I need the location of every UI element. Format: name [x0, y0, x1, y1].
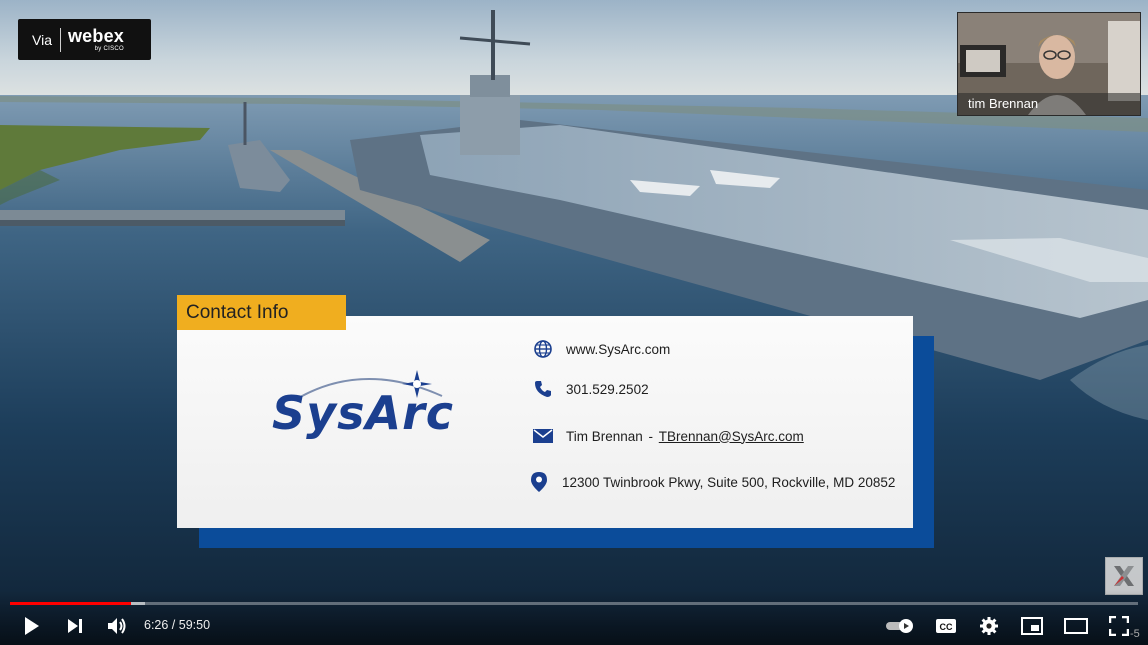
theater-mode-button[interactable]	[1063, 614, 1089, 638]
participant-name-label: tim Brennan	[958, 93, 1140, 115]
next-icon	[68, 619, 82, 633]
settings-icon	[980, 617, 998, 635]
email-link[interactable]: TBrennan@SysArc.com	[659, 429, 804, 444]
webex-logo: webex by CISCO	[61, 27, 124, 52]
corner-label: -5	[1130, 628, 1140, 640]
play-icon	[25, 617, 39, 635]
fullscreen-button[interactable]	[1108, 614, 1130, 638]
globe-icon	[532, 338, 554, 360]
via-label: Via	[32, 31, 52, 48]
captions-icon: CC	[936, 619, 956, 633]
phone-icon	[532, 378, 554, 400]
phone-row: 301.529.2502	[532, 378, 649, 400]
address-text: 12300 Twinbrook Pkwy, Suite 500, Rockvil…	[562, 474, 896, 490]
website-text: www.SysArc.com	[566, 341, 671, 357]
time-display: 6:26 / 59:50	[144, 618, 211, 632]
badge-divider	[59, 27, 61, 52]
phone-text: 301.529.2502	[566, 381, 649, 397]
contact-card: SysArc www.SysArc.com 301.529.2502 Tim B…	[177, 316, 913, 528]
website-row: www.SysArc.com	[532, 338, 670, 360]
email-row: Tim Brennan - TBrennan@SysArc.com	[532, 425, 804, 447]
theater-icon	[1064, 618, 1088, 634]
autoplay-toggle[interactable]	[884, 614, 916, 638]
contact-info-tab: Contact Info	[177, 295, 346, 330]
volume-button[interactable]	[106, 614, 130, 638]
autoplay-toggle-icon	[886, 619, 913, 633]
miniplayer-button[interactable]	[1020, 614, 1044, 638]
location-pin-icon	[528, 471, 550, 493]
address-row: 12300 Twinbrook Pkwy, Suite 500, Rockvil…	[528, 471, 895, 493]
next-button[interactable]	[63, 614, 87, 638]
captions-button[interactable]: CC	[934, 614, 958, 638]
cisco-sub-label: by CISCO	[94, 46, 125, 52]
fullscreen-icon	[1109, 616, 1129, 636]
email-separator: -	[644, 428, 657, 444]
play-button[interactable]	[20, 614, 44, 638]
svg-text:CC: CC	[940, 622, 953, 632]
seek-bar[interactable]	[10, 602, 1138, 605]
envelope-icon	[532, 425, 554, 447]
webex-brand-label: webex	[67, 26, 125, 46]
email-contact-name: Tim Brennan	[566, 428, 643, 444]
miniplayer-icon	[1021, 617, 1043, 635]
played-progress	[10, 602, 132, 605]
webex-watermark-badge: Via webex by CISCO	[18, 19, 151, 60]
participant-video-thumbnail[interactable]: tim Brennan	[957, 12, 1141, 116]
sysarc-wordmark: SysArc	[272, 386, 455, 440]
volume-icon	[108, 618, 126, 634]
settings-button[interactable]	[977, 614, 1001, 638]
